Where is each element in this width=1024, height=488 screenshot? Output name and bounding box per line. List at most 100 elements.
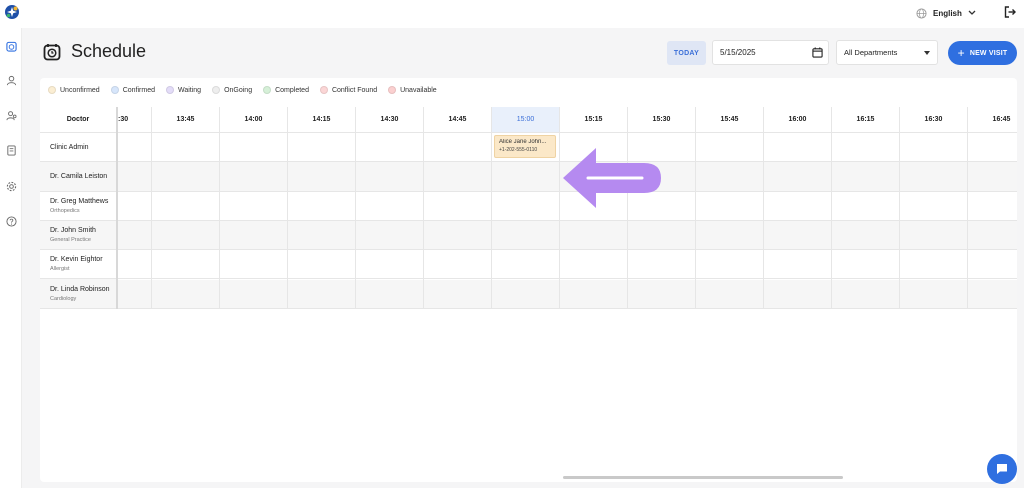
schedule-row[interactable] — [118, 279, 1017, 309]
doctor-row[interactable]: Dr. Linda Robinson Cardiology — [40, 279, 116, 309]
globe-icon — [916, 7, 927, 19]
doctor-column: Doctor Clinic Admin Dr. Camila Leiston Dr.… — [40, 107, 118, 309]
sidebar — [0, 28, 22, 488]
schedule-row[interactable] — [118, 220, 1017, 251]
plus-icon: + — [957, 46, 965, 60]
time-gridline — [763, 133, 764, 309]
legend-item: Unconfirmed — [48, 86, 100, 94]
legend-dot — [110, 86, 119, 94]
time-header: 14:30 — [356, 107, 424, 133]
time-gridline — [423, 133, 424, 309]
time-header: 14:15 — [288, 107, 356, 133]
doctor-row[interactable]: Dr. John Smith General Practice — [40, 220, 116, 251]
legend-label: Confirmed — [122, 86, 155, 94]
time-header: 13:45 — [152, 107, 220, 133]
language-selector[interactable]: English — [916, 6, 976, 20]
legend-item: OnGoing — [212, 86, 252, 94]
appointment-phone: +1-202-555-0110 — [499, 147, 538, 153]
legend-label: Waiting — [177, 86, 202, 94]
legend-item: Confirmed — [110, 86, 155, 94]
doctor-specialty: General Practice — [50, 237, 91, 244]
user-icon — [6, 75, 16, 85]
sidebar-item-settings[interactable] — [4, 179, 18, 193]
gear-icon — [6, 181, 16, 191]
time-header: 16:15 — [832, 107, 900, 133]
time-gridline — [967, 133, 968, 309]
schedule-clock-icon — [43, 43, 61, 60]
app-logo-icon[interactable] — [4, 4, 20, 20]
time-gridline — [151, 133, 152, 309]
legend-dot — [319, 86, 328, 94]
time-header: 15:15 — [560, 107, 628, 133]
doctor-name: Dr. Kevin Eightor — [50, 256, 103, 264]
time-header: 16:00 — [764, 107, 832, 133]
page-title: Schedule — [71, 41, 147, 61]
chat-icon — [997, 464, 1007, 474]
top-bar: English — [0, 0, 1024, 28]
sidebar-item-patients[interactable] — [4, 73, 18, 87]
doctor-column-header: Doctor — [40, 107, 116, 133]
doctor-name: Dr. John Smith — [50, 227, 96, 235]
doctor-row[interactable]: Dr. Greg Matthews Orthopedics — [40, 192, 116, 221]
time-header: 16:45 — [968, 107, 1017, 133]
time-gridline — [355, 133, 356, 309]
legend-dot — [48, 86, 56, 94]
legend-label: Completed — [275, 86, 309, 94]
legend-label: Conflict Found — [331, 86, 378, 94]
document-icon — [6, 144, 16, 156]
time-header: 14:45 — [424, 107, 492, 133]
today-button[interactable]: TODAY — [667, 41, 706, 65]
doctor-row[interactable]: Clinic Admin — [40, 133, 116, 163]
legend-item: Conflict Found — [319, 86, 378, 94]
chevron-down-icon — [968, 10, 976, 15]
appointment-patient: Alice Jane John... — [499, 139, 547, 145]
sidebar-item-help[interactable] — [4, 214, 18, 228]
doctor-name: Dr. Camila Leiston — [50, 172, 108, 180]
calendar-icon[interactable] — [812, 47, 823, 58]
pointer-arrow-icon — [563, 148, 661, 208]
users-gear-icon — [5, 110, 16, 120]
doctor-row[interactable]: Dr. Camila Leiston — [40, 162, 116, 192]
help-icon — [5, 215, 17, 227]
logout-icon[interactable] — [1003, 5, 1017, 19]
time-gridline — [491, 133, 492, 309]
department-select[interactable]: All Departments — [836, 40, 938, 65]
department-value: All Departments — [844, 48, 898, 57]
doctor-name: Clinic Admin — [50, 143, 89, 151]
new-visit-label: NEW VISIT — [969, 49, 1008, 57]
time-gridline — [695, 133, 696, 309]
time-gridline — [287, 133, 288, 309]
time-gridline — [899, 133, 900, 309]
calendar-clock-icon — [5, 41, 17, 52]
time-header: :30 — [118, 107, 152, 133]
sidebar-item-reports[interactable] — [4, 143, 18, 157]
time-gridline — [219, 133, 220, 309]
horizontal-scrollbar[interactable] — [563, 476, 843, 479]
time-header: 15:30 — [628, 107, 696, 133]
time-header: 16:30 — [900, 107, 968, 133]
status-legend: Unconfirmed Confirmed Waiting OnGoing Comple… — [48, 84, 437, 96]
legend-label: Unavailable — [400, 86, 437, 94]
language-label: English — [933, 8, 962, 18]
doctor-specialty: Allergist — [50, 266, 70, 273]
time-header: 15:45 — [696, 107, 764, 133]
caret-down-icon — [924, 51, 930, 55]
legend-dot — [165, 86, 174, 94]
new-visit-button[interactable]: + NEW VISIT — [948, 41, 1017, 65]
legend-label: OnGoing — [224, 86, 253, 94]
sidebar-item-schedule[interactable] — [4, 39, 18, 53]
date-field[interactable]: 5/15/2025 — [712, 40, 829, 65]
date-value: 5/15/2025 — [720, 48, 756, 57]
doctor-row[interactable]: Dr. Kevin Eightor Allergist — [40, 250, 116, 280]
schedule-row[interactable] — [118, 250, 1017, 280]
time-gridline — [831, 133, 832, 309]
doctor-specialty: Orthopedics — [50, 207, 80, 214]
legend-dot — [388, 86, 397, 94]
legend-item: Unavailable — [388, 86, 437, 94]
sidebar-item-staff[interactable] — [4, 108, 18, 122]
appointment-card[interactable]: Alice Jane John... +1-202-555-0110 — [494, 135, 556, 158]
time-header: 14:00 — [220, 107, 288, 133]
chat-button[interactable] — [987, 454, 1017, 484]
legend-item: Completed — [263, 86, 309, 94]
schedule-card: Unconfirmed Confirmed Waiting OnGoing Comple… — [40, 78, 1017, 482]
